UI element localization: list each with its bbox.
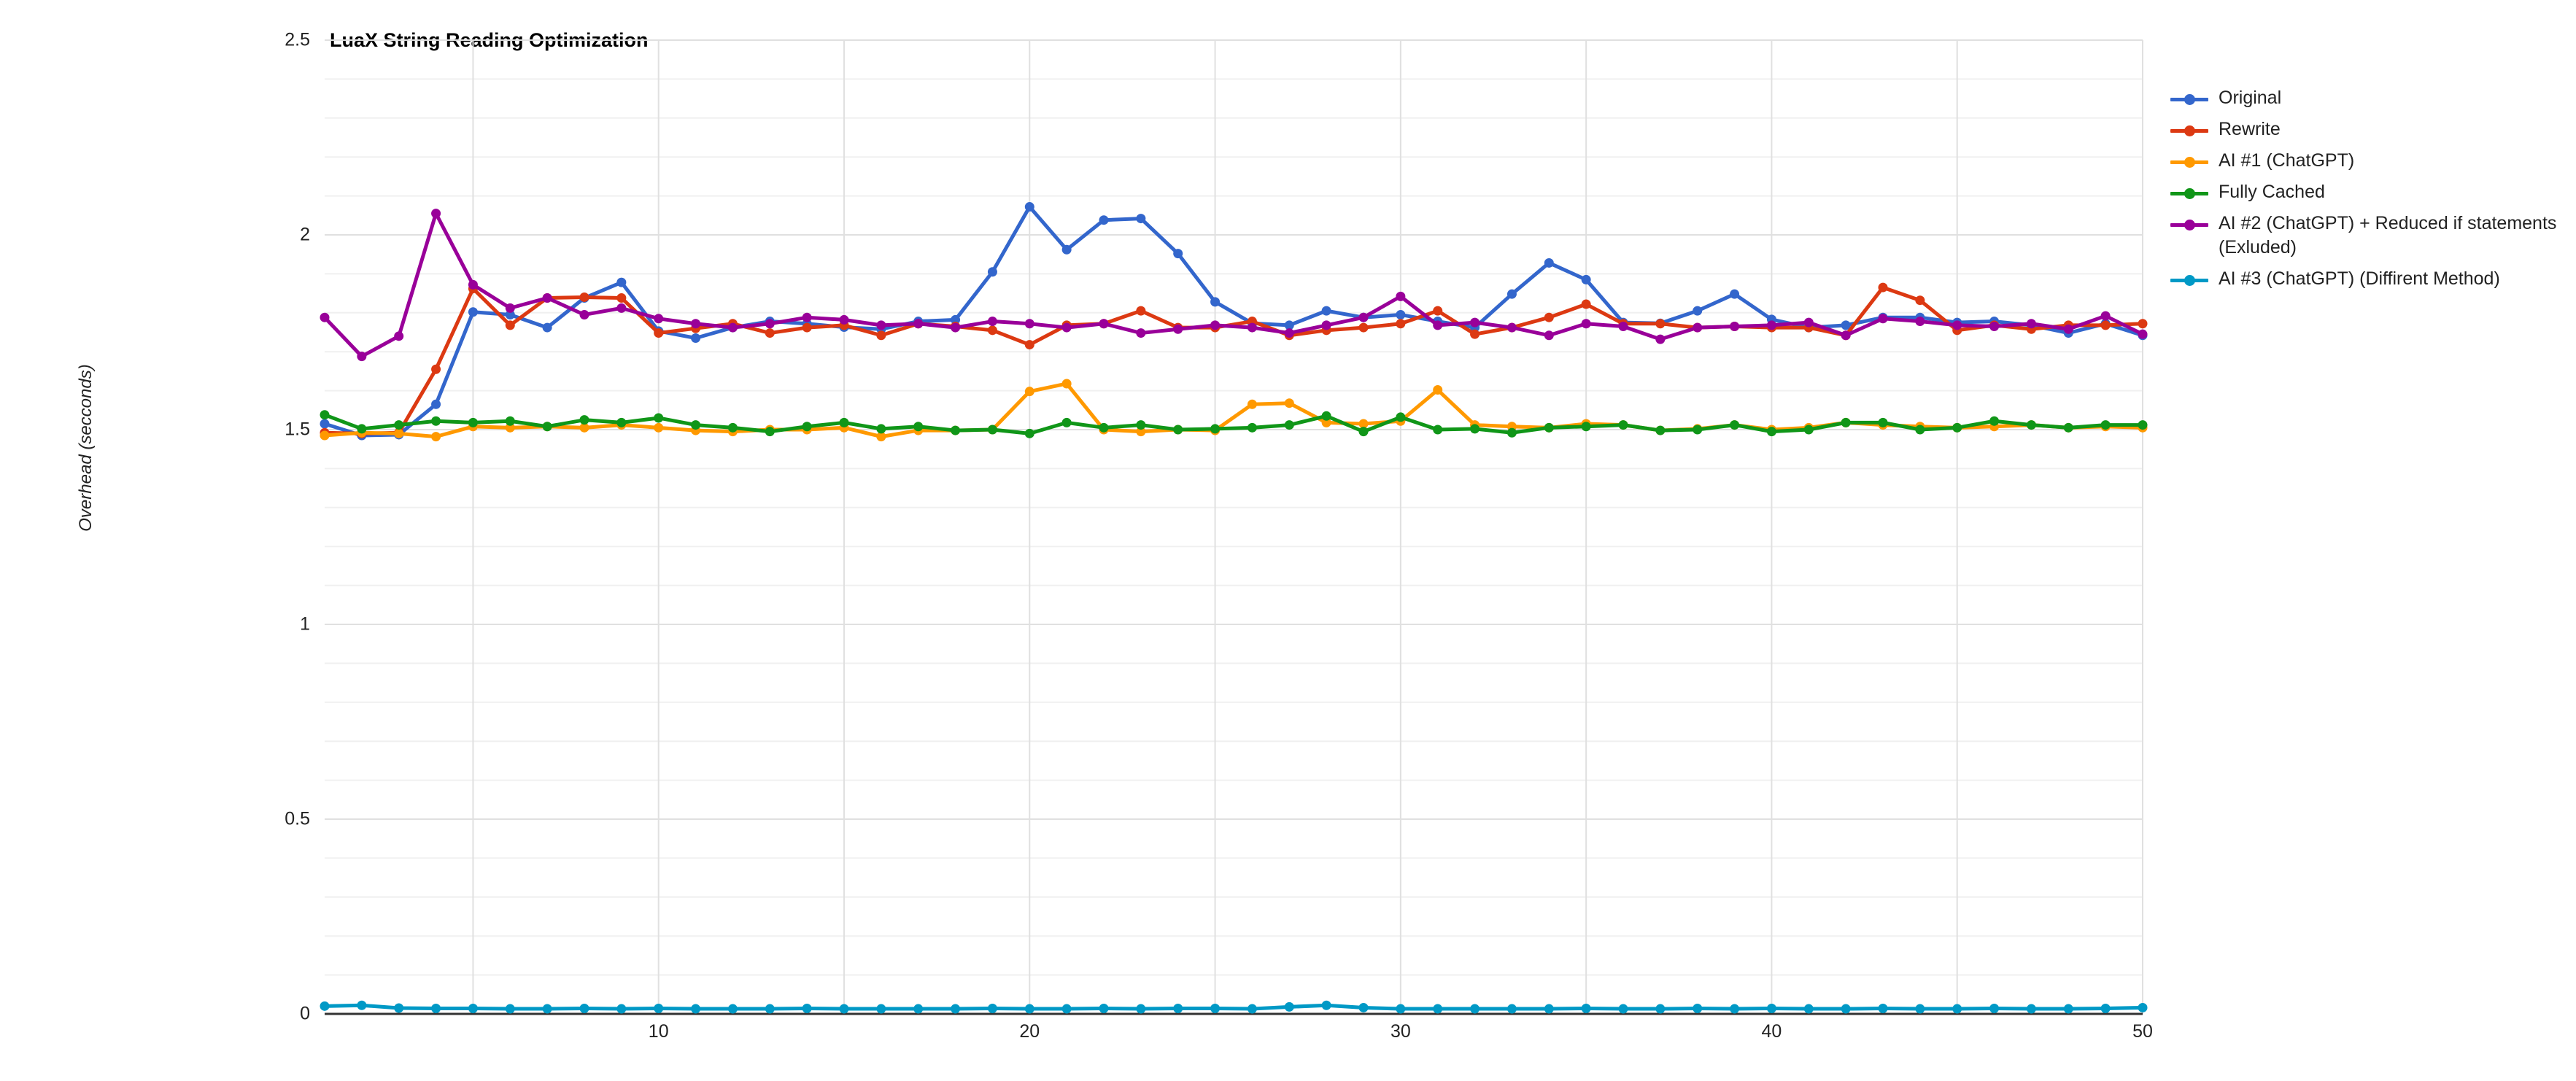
series-1	[320, 282, 2148, 438]
series-2	[320, 379, 2148, 442]
x-axis-tick-labels: 10 20 30 40 50	[325, 1021, 2153, 1050]
legend-label: Fully Cached	[2219, 182, 2325, 202]
legend-label: AI #3 (ChatGPT) (Diffirent Method)	[2219, 268, 2500, 289]
legend-item[interactable]: AI #1 (ChatGPT)	[2170, 149, 2564, 173]
y-axis-title: Overhead (secconds)	[76, 364, 96, 532]
y-tick-label: 1.5	[285, 419, 310, 440]
legend-item[interactable]: AI #2 (ChatGPT) + Reduced if statements …	[2170, 212, 2564, 260]
legend-label: Original	[2219, 88, 2282, 108]
y-tick-label: 1	[300, 613, 310, 635]
legend-label: AI #2 (ChatGPT) + Reduced if statements …	[2219, 213, 2557, 257]
legend-item[interactable]: AI #3 (ChatGPT) (Diffirent Method)	[2170, 267, 2564, 291]
x-tick-label: 40	[1761, 1021, 1782, 1042]
legend-marker-icon	[2170, 215, 2208, 234]
legend-item[interactable]: Original	[2170, 86, 2564, 110]
legend-marker-icon	[2170, 152, 2208, 171]
y-tick-label: 2.5	[285, 29, 310, 50]
legend-label: AI #1 (ChatGPT)	[2219, 150, 2355, 171]
chart-container: LuaX String Reading Optimization Overhea…	[0, 0, 2576, 1081]
legend-marker-icon	[2170, 184, 2208, 203]
series-5	[320, 1000, 2148, 1014]
x-tick-label: 30	[1390, 1021, 1411, 1042]
x-tick-label: 20	[1019, 1021, 1040, 1042]
plot-area	[320, 39, 2148, 1015]
gridlines-major	[325, 39, 2143, 1015]
gridlines-minor	[325, 39, 2143, 1015]
y-tick-label: 2	[300, 224, 310, 245]
x-tick-label: 50	[2132, 1021, 2153, 1042]
series-3	[320, 410, 2148, 438]
legend-marker-icon	[2170, 121, 2208, 140]
y-axis-tick-labels: 2.5 2 1.5 1 0.5 0	[223, 30, 310, 1024]
legend-item[interactable]: Rewrite	[2170, 117, 2564, 142]
legend-marker-icon	[2170, 271, 2208, 290]
y-tick-label: 0	[300, 1003, 310, 1024]
plot-svg	[320, 39, 2148, 1015]
legend-label: Rewrite	[2219, 119, 2281, 139]
gridlines-vertical	[472, 40, 2143, 1014]
series-4	[320, 209, 2148, 362]
legend-marker-icon	[2170, 90, 2208, 109]
x-tick-label: 10	[648, 1021, 669, 1042]
y-tick-label: 0.5	[285, 808, 310, 829]
legend-item[interactable]: Fully Cached	[2170, 180, 2564, 204]
chart-legend: Original Rewrite AI #1 (ChatGPT) Fully Cach…	[2170, 86, 2564, 298]
